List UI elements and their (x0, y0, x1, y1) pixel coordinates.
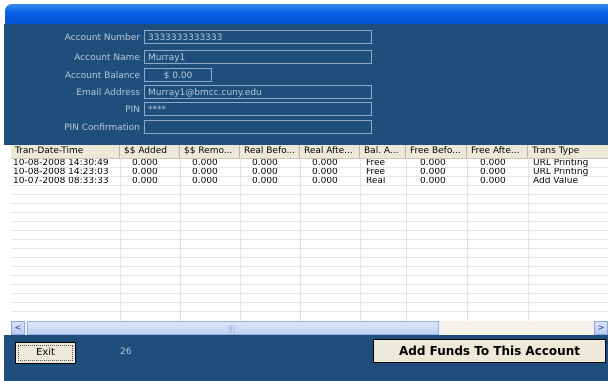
cell-trans-type: URL Printing (533, 168, 589, 177)
cell-free-after: 0.000 (480, 159, 506, 168)
grid-column-line (120, 158, 121, 321)
account-balance-label: Account Balance (64, 71, 140, 81)
grid-row-line (11, 266, 608, 267)
transactions-grid[interactable]: Tran-Date-Time $$ Added $$ Remo... Real … (11, 145, 608, 335)
grid-row-line (11, 311, 608, 312)
grid-column-line (528, 158, 529, 321)
scroll-left-button[interactable]: < (11, 321, 25, 335)
grid-row-line (11, 275, 608, 276)
chevron-left-icon: < (14, 323, 22, 332)
column-header-real-before[interactable]: Real Befo... (240, 145, 300, 158)
cell-real-before: 0.000 (252, 159, 278, 168)
grid-row-line (11, 284, 608, 285)
scroll-right-button[interactable]: > (594, 321, 608, 335)
column-header-balance-account[interactable]: Bal. A... (360, 145, 406, 158)
pin-field[interactable]: **** (144, 102, 372, 116)
cell-trans-type: Add Value (533, 177, 578, 186)
grid-row-line (11, 239, 608, 240)
pin-confirmation-field[interactable] (144, 120, 372, 134)
pin-confirmation-label: PIN Confirmation (64, 123, 140, 133)
account-number-label: Account Number (64, 33, 140, 43)
cell-removed: 0.000 (192, 177, 218, 186)
account-window: Account Number 3333333333333 Account Nam… (0, 0, 608, 381)
cell-real-after: 0.000 (312, 168, 338, 177)
grid-column-line (360, 158, 361, 321)
account-number-field[interactable]: 3333333333333 (144, 30, 372, 44)
cell-removed: 0.000 (192, 159, 218, 168)
column-header-free-after[interactable]: Free Afte... (467, 145, 528, 158)
cell-balance-account: Real (366, 177, 386, 186)
column-header-tran-date-time[interactable]: Tran-Date-Time (11, 145, 120, 158)
grid-row-line (11, 293, 608, 294)
grid-column-line (467, 158, 468, 321)
grid-row-line (11, 257, 608, 258)
cell-added: 0.000 (132, 159, 158, 168)
grid-column-line (406, 158, 407, 321)
cell-balance-account: Free (366, 159, 386, 168)
exit-button[interactable]: Exit (15, 342, 76, 364)
grid-row-line (11, 230, 608, 231)
add-funds-button[interactable]: Add Funds To This Account (373, 339, 606, 363)
cell-free-after: 0.000 (480, 168, 506, 177)
cell-free-before: 0.000 (420, 159, 446, 168)
column-header-trans-type[interactable]: Trans Type (528, 145, 608, 158)
grid-column-line (180, 158, 181, 321)
email-address-label: Email Address (76, 88, 140, 98)
account-form-panel: Account Number 3333333333333 Account Nam… (4, 24, 608, 145)
cell-added: 0.000 (132, 177, 158, 186)
column-header-free-before[interactable]: Free Befo... (406, 145, 467, 158)
cell-added: 0.000 (132, 168, 158, 177)
cell-real-before: 0.000 (252, 168, 278, 177)
pin-label: PIN (125, 105, 140, 115)
chevron-right-icon: > (597, 323, 605, 332)
scroll-thumb[interactable]: ||| (27, 321, 439, 335)
horizontal-scrollbar[interactable]: < ||| > (11, 321, 608, 335)
cell-real-after: 0.000 (312, 177, 338, 186)
account-name-field[interactable]: Murray1 (144, 50, 372, 64)
account-name-label: Account Name (74, 53, 140, 63)
grid-row-line (11, 248, 608, 249)
grid-row-line (11, 194, 608, 195)
grid-column-line (300, 158, 301, 321)
grid-row-line (11, 302, 608, 303)
grid-header: Tran-Date-Time $$ Added $$ Remo... Real … (11, 145, 608, 159)
account-balance-field: $ 0.00 (144, 68, 212, 82)
column-header-removed[interactable]: $$ Remo... (180, 145, 240, 158)
grid-row-line (11, 203, 608, 204)
cell-real-before: 0.000 (252, 177, 278, 186)
cell-real-after: 0.000 (312, 159, 338, 168)
grid-row-line (11, 212, 608, 213)
cell-tran-date-time: 10-08-2008 14:30:49 (13, 159, 109, 168)
cell-balance-account: Free (366, 168, 386, 177)
column-header-real-after[interactable]: Real Afte... (300, 145, 360, 158)
grid-row-line (11, 221, 608, 222)
footer-panel: Exit 26 Add Funds To This Account (4, 335, 608, 381)
record-count: 26 (120, 347, 132, 357)
cell-free-before: 0.000 (420, 168, 446, 177)
cell-removed: 0.000 (192, 168, 218, 177)
column-header-added[interactable]: $$ Added (120, 145, 180, 158)
title-bar[interactable] (5, 4, 608, 24)
email-address-field[interactable]: Murray1@bmcc.cuny.edu (144, 85, 372, 99)
cell-free-before: 0.000 (420, 177, 446, 186)
cell-tran-date-time: 10-08-2008 14:23:03 (13, 168, 109, 177)
cell-trans-type: URL Printing (533, 159, 589, 168)
cell-free-after: 0.000 (480, 177, 506, 186)
cell-tran-date-time: 10-07-2008 08:33:33 (13, 177, 109, 186)
grid-column-line (240, 158, 241, 321)
grip-icon: ||| (228, 325, 236, 333)
